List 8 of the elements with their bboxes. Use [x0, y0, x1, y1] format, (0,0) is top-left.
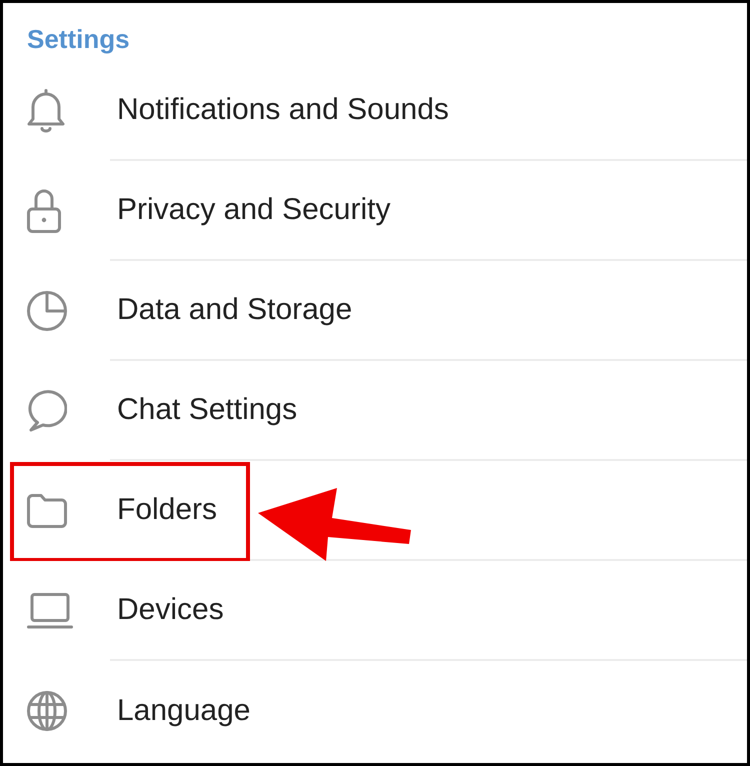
lock-icon: [27, 189, 61, 233]
settings-heading: Settings: [27, 24, 130, 54]
folder-icon: [27, 494, 67, 528]
pie-chart-icon: [27, 291, 67, 331]
chat-bubble-icon: [27, 390, 67, 432]
globe-icon: [27, 691, 67, 731]
bell-icon: [27, 89, 65, 133]
laptop-icon: [27, 593, 73, 629]
